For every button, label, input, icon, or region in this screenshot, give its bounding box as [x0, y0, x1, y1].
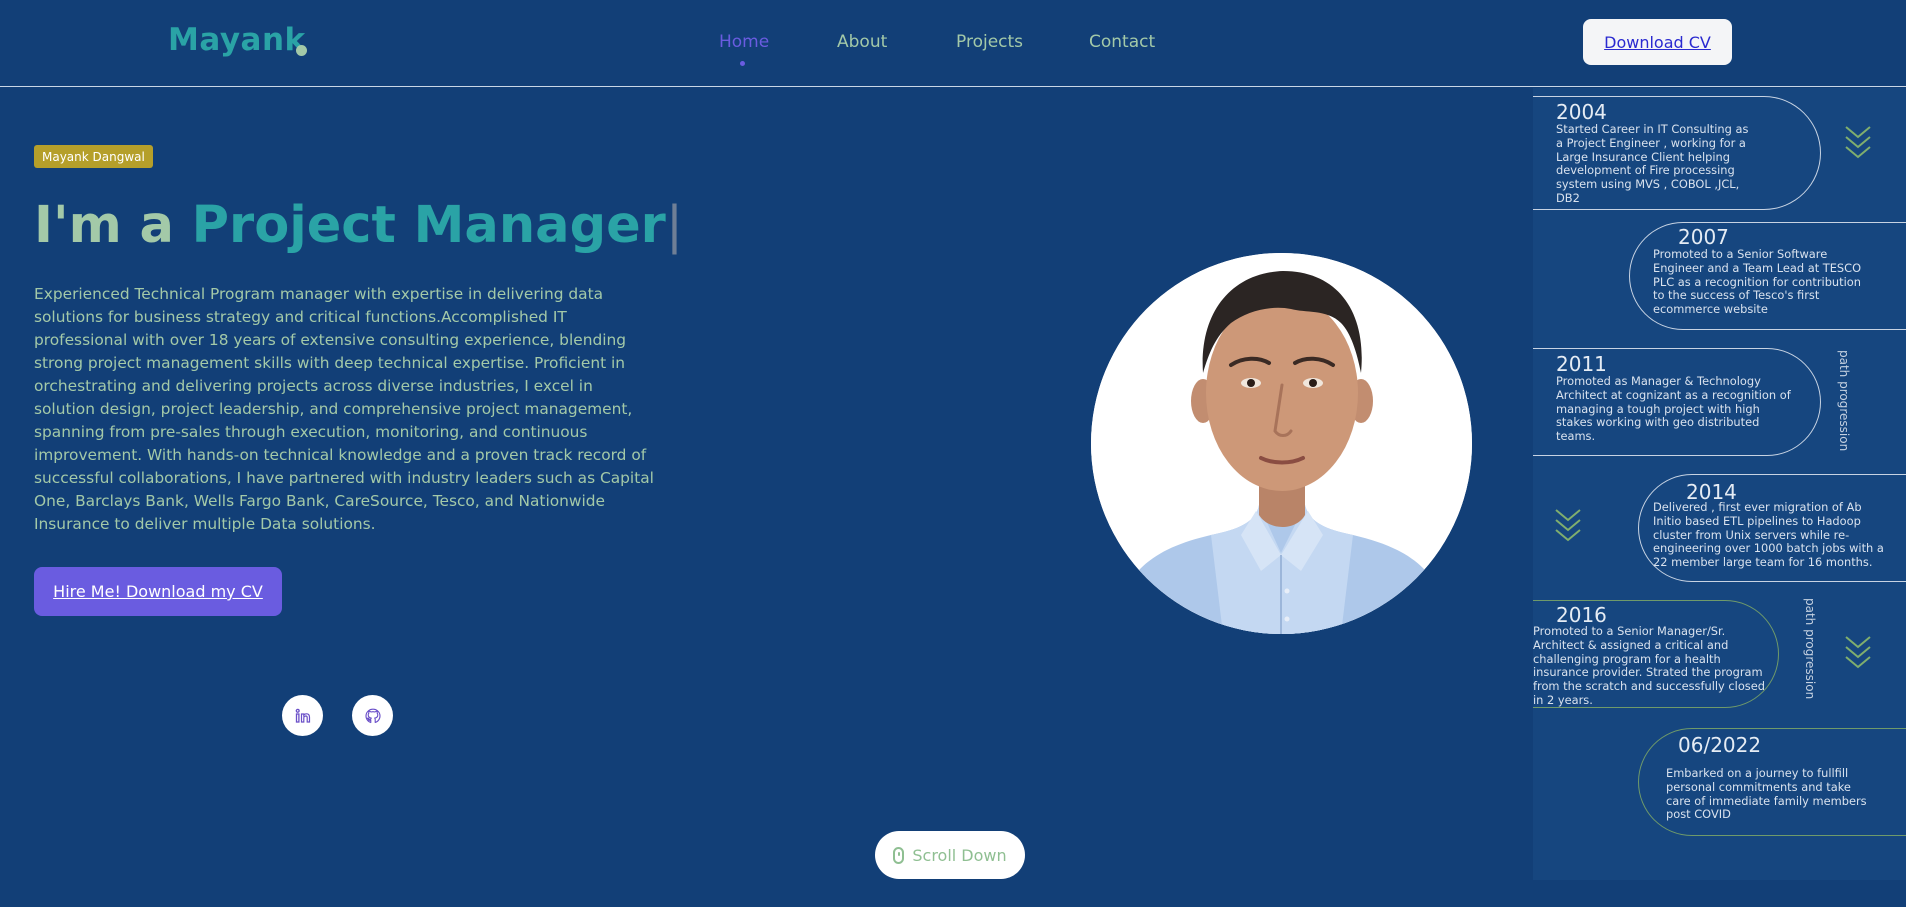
nav-active-indicator	[740, 61, 745, 66]
path-progression-label: path progression	[1837, 350, 1851, 452]
scroll-down-label: Scroll Down	[912, 845, 1007, 865]
timeline-text: Promoted to a Senior Software Engineer a…	[1653, 247, 1862, 317]
site-header: Mayank Home About Projects Contact Downl…	[0, 0, 1906, 87]
nav-contact[interactable]: Contact	[1089, 32, 1155, 52]
linkedin-link[interactable]	[282, 695, 323, 736]
timeline-text: Embarked on a journey to fullfill person…	[1666, 766, 1867, 822]
timeline-year: 2011	[1556, 352, 1607, 376]
typing-cursor: |	[665, 196, 683, 255]
timeline-year: 2004	[1556, 100, 1607, 124]
hero-headline: I'm a Project Manager|	[34, 193, 683, 259]
chevron-down-icon	[1555, 509, 1581, 542]
scroll-down-button[interactable]: Scroll Down	[875, 831, 1025, 879]
person-illustration	[1091, 253, 1472, 634]
chevron-down-icon	[1845, 636, 1871, 669]
nav-projects[interactable]: Projects	[956, 32, 1023, 52]
timeline-year: 2007	[1678, 225, 1729, 249]
path-progression-label: path progression	[1803, 598, 1817, 700]
timeline-text: Promoted as Manager & Technology Archite…	[1556, 374, 1791, 444]
timeline-text: Promoted to a Senior Manager/Sr. Archite…	[1533, 624, 1765, 707]
profile-photo	[1091, 253, 1472, 634]
github-link[interactable]	[352, 695, 393, 736]
download-cv-button[interactable]: Download CV	[1583, 19, 1732, 65]
intro-paragraph: Experienced Technical Program manager wi…	[34, 285, 654, 533]
linkedin-icon	[295, 708, 310, 723]
logo-dot	[296, 45, 307, 56]
logo[interactable]: Mayank	[168, 22, 306, 58]
career-timeline: 2004 Started Career in IT Consulting as …	[1533, 88, 1906, 880]
timeline-text: Started Career in IT Consulting as a Pro…	[1556, 122, 1749, 205]
mouse-icon	[893, 846, 905, 864]
github-icon	[364, 708, 381, 723]
nav-about[interactable]: About	[837, 32, 887, 52]
name-badge: Mayank Dangwal	[34, 145, 153, 168]
chevron-down-icon	[1845, 126, 1871, 159]
timeline-year: 06/2022	[1678, 733, 1762, 757]
hire-me-button[interactable]: Hire Me! Download my CV	[34, 567, 282, 616]
timeline-text: Delivered , first ever migration of Ab I…	[1653, 500, 1884, 570]
headline-role: Project Manager	[191, 196, 666, 255]
nav-home[interactable]: Home	[719, 32, 769, 52]
headline-prefix: I'm a	[34, 196, 174, 255]
